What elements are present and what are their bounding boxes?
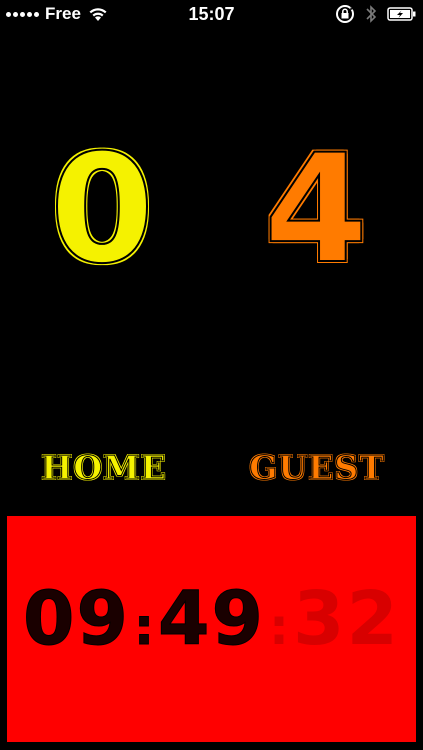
timer-separator: : (133, 598, 154, 657)
home-score[interactable]: 0 (30, 134, 170, 286)
bluetooth-icon (366, 5, 377, 23)
timer-fraction: 32 (292, 576, 400, 662)
timer-minutes: 09 (23, 576, 130, 663)
timer-separator-dim: : (268, 598, 289, 656)
timer-seconds: 49 (157, 576, 265, 663)
status-right (335, 4, 417, 24)
status-bar: Free 15:07 (0, 0, 423, 28)
battery-icon (387, 7, 416, 21)
guest-label: GUEST (249, 448, 385, 488)
timer-panel[interactable]: 09 : 49 : 32 (7, 516, 416, 742)
rotation-lock-icon (336, 5, 354, 23)
timer-display: 09 : 49 : 32 (23, 574, 400, 664)
home-label: HOME (41, 448, 167, 488)
guest-score[interactable]: 4 (244, 134, 384, 286)
